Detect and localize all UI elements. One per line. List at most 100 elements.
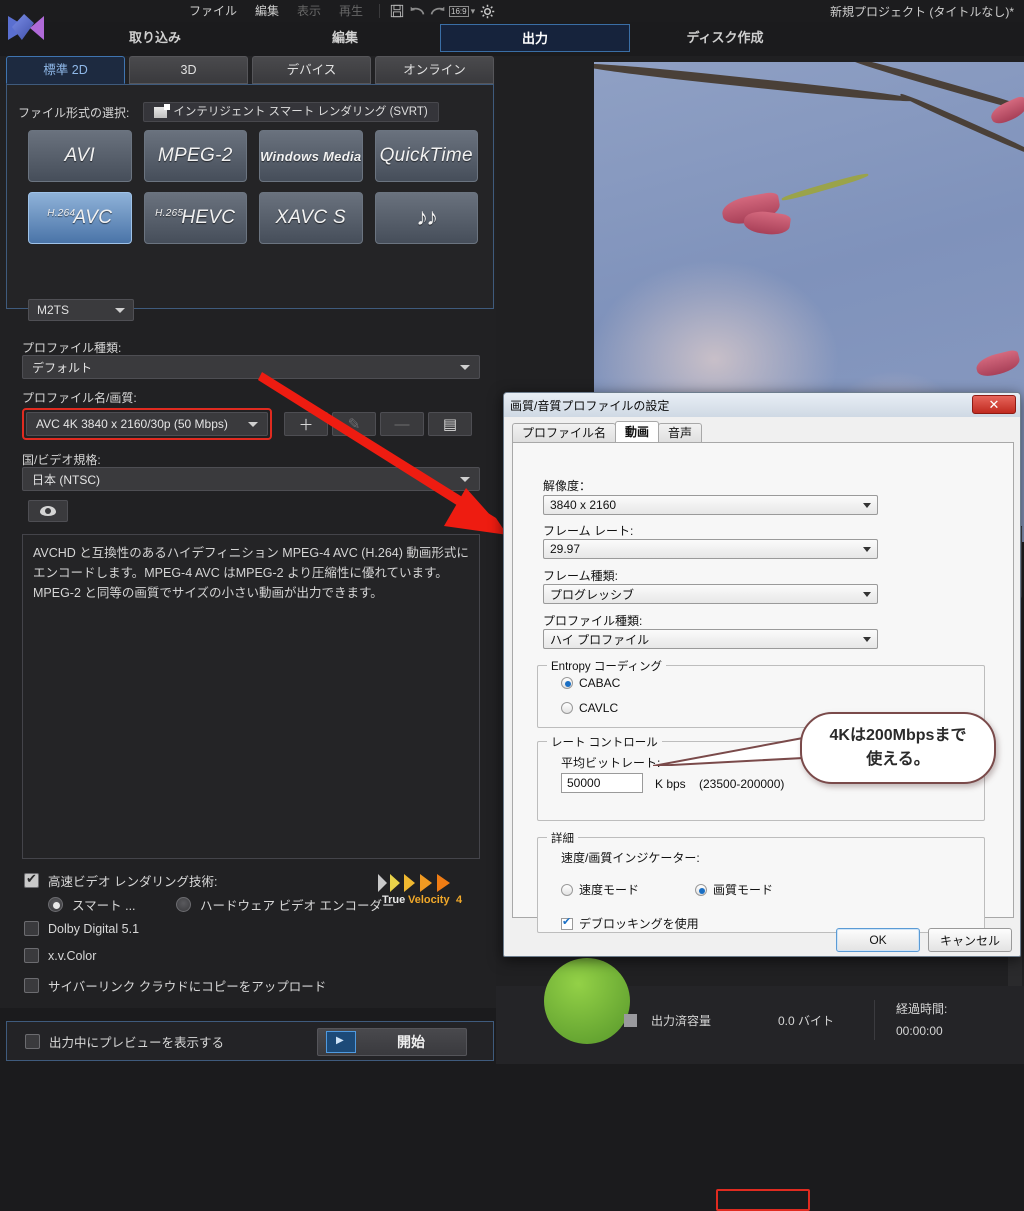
entropy-coding-legend: Entropy コーディング — [547, 658, 667, 674]
dolby-checkbox[interactable] — [24, 921, 39, 936]
profiletype-dropdown[interactable]: ハイ プロファイル — [543, 629, 878, 649]
preview-during-output-checkbox[interactable] — [25, 1033, 40, 1049]
container-format-dropdown[interactable]: M2TS — [28, 299, 134, 321]
dialog-title: 画質/音質プロファイルの設定 — [510, 398, 670, 413]
remove-profile-button[interactable]: — — [380, 412, 424, 436]
preview-during-output-row[interactable]: 出力中にプレビューを表示する — [25, 1032, 224, 1051]
resolution-dropdown[interactable]: 3840 x 2160 — [543, 495, 878, 515]
dialog-tab-video[interactable]: 動画 — [615, 421, 660, 443]
format-button-hevc[interactable]: H.265HEVC — [143, 192, 247, 244]
deblocking-row[interactable]: デブロッキングを使用 — [561, 915, 699, 932]
menu-view[interactable]: 表示 — [288, 0, 330, 22]
format-button-avc[interactable]: H.264AVC — [28, 192, 132, 244]
dialog-tab-audio[interactable]: 音声 — [658, 423, 703, 443]
smart-radio[interactable] — [48, 897, 63, 912]
resolution-value: 3840 x 2160 — [550, 498, 617, 512]
output-settings-panel: 標準 2D 3D デバイス オンライン ファイル形式の選択: インテリジェント … — [0, 56, 496, 1061]
bitrate-range-label: (23500-200000) — [699, 777, 785, 791]
xvcolor-label: x.v.Color — [48, 948, 97, 963]
dialog-cancel-button[interactable]: キャンセル — [928, 928, 1012, 952]
nav-tab-edit[interactable]: 編集 — [250, 24, 440, 52]
cloud-upload-checkbox-row[interactable]: サイバーリンク クラウドにコピーをアップロード — [24, 976, 326, 995]
deblocking-label: デブロッキングを使用 — [579, 917, 699, 931]
nav-tab-produce[interactable]: 出力 — [440, 24, 630, 52]
format-button-mpeg2[interactable]: MPEG-2 — [143, 130, 247, 182]
tab-standard-2d[interactable]: 標準 2D — [6, 56, 125, 84]
cloud-upload-checkbox[interactable] — [24, 978, 39, 993]
elapsed-time-value: 00:00:00 — [896, 1024, 943, 1038]
format-button-xavcs[interactable]: XAVC S — [259, 192, 363, 244]
output-size-row: 出力済容量 — [624, 1012, 711, 1029]
entropy-cavlc-row[interactable]: CAVLC — [561, 701, 618, 715]
tab-online[interactable]: オンライン — [375, 56, 494, 84]
fast-render-checkbox-row[interactable]: 高速ビデオ レンダリング技術: — [24, 871, 217, 890]
fast-render-checkbox[interactable] — [24, 871, 39, 888]
redo-icon[interactable] — [427, 2, 447, 20]
menu-play[interactable]: 再生 — [330, 0, 372, 22]
country-standard-dropdown[interactable]: 日本 (NTSC) — [22, 467, 480, 491]
dialog-tabs: プロファイル名 動画 音声 — [512, 421, 1014, 443]
start-button-label: 開始 — [397, 1034, 425, 1050]
music-notes-icon: ♪♪ — [416, 204, 438, 231]
add-profile-button[interactable]: ＋ — [284, 412, 328, 436]
quality-mode-radio[interactable] — [695, 883, 707, 896]
smart-label: スマート ... — [72, 899, 136, 913]
profile-name-dropdown[interactable]: AVC 4K 3840 x 2160/30p (50 Mbps) — [26, 412, 268, 436]
undo-icon[interactable] — [407, 2, 427, 20]
entropy-cabac-label: CABAC — [579, 676, 621, 690]
format-avc-sup: H.264 — [47, 207, 76, 219]
speed-mode-label: 速度モード — [579, 883, 640, 897]
format-button-quicktime[interactable]: QuickTime — [374, 130, 478, 182]
avg-bitrate-input[interactable]: 50000 — [561, 773, 643, 793]
smart-radio-row[interactable]: スマート ... — [48, 895, 136, 914]
format-button-audio[interactable]: ♪♪ — [374, 192, 478, 244]
dialog-body: プロファイル名 動画 音声 解像度： 3840 x 2160 フレーム レート:… — [512, 421, 1014, 1211]
deblocking-checkbox[interactable] — [561, 915, 573, 930]
entropy-cavlc-radio[interactable] — [561, 702, 573, 714]
settings-gear-icon[interactable] — [477, 2, 497, 20]
speed-quality-indicator-label: 速度/画質インジケーター: — [561, 851, 700, 865]
dolby-label: Dolby Digital 5.1 — [48, 921, 140, 936]
aspect-ratio-16-9-icon[interactable]: 16:9 ▾ — [447, 2, 477, 20]
nav-tab-capture[interactable]: 取り込み — [60, 24, 250, 52]
edit-profile-button[interactable]: ✎ — [332, 412, 376, 436]
framerate-dropdown[interactable]: 29.97 — [543, 539, 878, 559]
start-button[interactable]: 開始 — [317, 1028, 467, 1056]
eye-icon — [40, 506, 56, 516]
entropy-cabac-radio[interactable] — [561, 677, 573, 689]
hardware-encoder-radio[interactable] — [176, 897, 191, 912]
format-description: AVCHD と互換性のあるハイデフィニション MPEG-4 AVC (H.264… — [22, 534, 480, 859]
format-button-windows-media[interactable]: Windows Media — [259, 130, 363, 182]
dolby-checkbox-row[interactable]: Dolby Digital 5.1 — [24, 921, 139, 936]
menu-edit[interactable]: 編集 — [246, 0, 288, 22]
menu-file[interactable]: ファイル — [180, 0, 246, 22]
tab-device[interactable]: デバイス — [252, 56, 371, 84]
speed-mode-radio[interactable] — [561, 883, 573, 896]
entropy-cabac-row[interactable]: CABAC — [561, 676, 620, 690]
chevron-down-icon — [863, 546, 871, 552]
xvcolor-checkbox-row[interactable]: x.v.Color — [24, 948, 96, 963]
xvcolor-checkbox[interactable] — [24, 948, 39, 963]
speed-mode-row[interactable]: 速度モード — [561, 881, 639, 898]
output-size-swatch — [624, 1014, 637, 1027]
dialog-ok-button[interactable]: OK — [836, 928, 920, 952]
quality-mode-row[interactable]: 画質モード — [695, 881, 773, 898]
frametype-dropdown[interactable]: プログレッシブ — [543, 584, 878, 604]
hardware-encoder-radio-row[interactable]: ハードウェア ビデオ エンコーダー — [176, 895, 394, 914]
country-standard-label: 国/ビデオ規格: — [22, 453, 101, 467]
profile-type-dropdown[interactable]: デフォルト — [22, 355, 480, 379]
start-bar: 出力中にプレビューを表示する 開始 — [6, 1021, 494, 1061]
nav-tab-create-disc[interactable]: ディスク作成 — [630, 24, 820, 52]
close-icon[interactable]: ✕ — [972, 395, 1016, 414]
svrt-button[interactable]: インテリジェント スマート レンダリング (SVRT) — [143, 102, 439, 122]
tab-3d[interactable]: 3D — [129, 56, 248, 84]
preview-toggle-button[interactable] — [28, 500, 68, 522]
dialog-tab-profile-name[interactable]: プロファイル名 — [512, 423, 617, 443]
chevron-down-icon — [460, 364, 470, 370]
quality-mode-label: 画質モード — [713, 883, 774, 897]
profile-list-button[interactable]: ▤ — [428, 412, 472, 436]
format-button-avi[interactable]: AVI — [28, 130, 132, 182]
frametype-value: プログレッシブ — [550, 587, 635, 602]
save-icon[interactable] — [387, 2, 407, 20]
bitrate-unit-label: K bps — [655, 777, 686, 791]
